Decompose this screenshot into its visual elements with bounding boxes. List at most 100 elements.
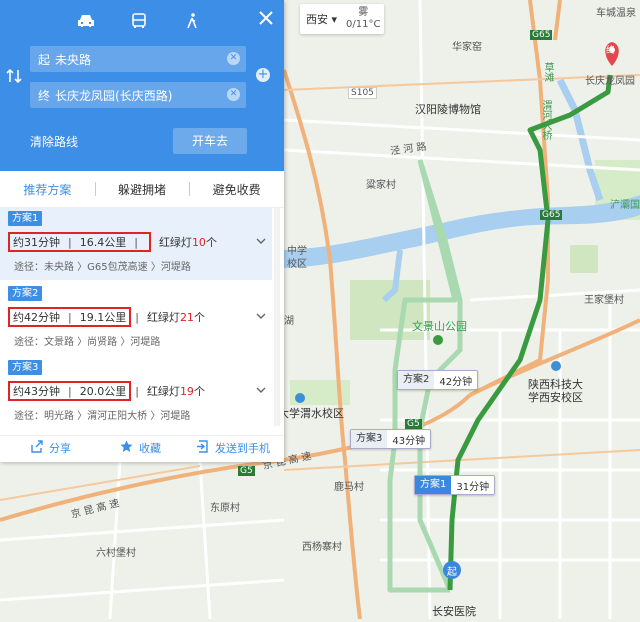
route-1-tag[interactable]: 方案1 31分钟 [414,475,496,495]
road-shield: G65 [540,210,563,220]
chevron-down-icon[interactable] [256,385,266,395]
city-name: 西安 [306,13,328,26]
map-label: 六村堡村 [96,548,136,559]
plan-item-2[interactable]: 方案2 约42分钟 | 19.1公里 | 红绿灯21个 途径：文景路 〉尚贤路 … [0,283,272,355]
plan-distance: 20.0公里 [79,385,127,398]
plan-summary: 约42分钟 | 19.1公里 | 红绿灯21个 [8,305,205,329]
plan-lights: 红绿灯19个 [146,385,205,398]
map-label: 长庆龙凤园 [585,76,635,87]
tab-avoid-congestion[interactable]: 躲避拥堵 [94,181,190,198]
transport-modes [0,10,250,34]
start-field[interactable]: 起 未央路 ✕ [30,46,246,72]
start-prefix: 起 [38,52,51,67]
map-label: 浐灞国 [610,200,640,211]
road-shield: S105 [348,87,377,99]
map-label: 粱家村 [366,180,396,191]
road-shield: G5 [238,466,255,476]
share-button[interactable]: 分享 [30,440,71,456]
end-marker-label: 终 [606,46,616,56]
map-label: 湖 [284,316,294,327]
plan-badge: 方案3 [8,360,43,375]
weather-widget[interactable]: 西安 ▾ 雾 0/11°C [300,4,384,34]
start-value: 未央路 [55,52,92,67]
weather-info: 雾 0/11°C [346,7,380,31]
plan-lights: 红绿灯10个 [158,236,217,249]
bus-icon[interactable] [125,10,153,32]
plan-time: 约31分钟 [13,236,60,249]
map-label: 学西安校区 [528,391,583,404]
route-tag-name: 方案2 [398,371,435,389]
plan-route-text: 途径：未央路 〉G65包茂高速 〉河堤路 [14,262,191,273]
route-tag-name: 方案3 [351,430,388,448]
map-label: 校区 [287,259,307,270]
route-tag-time: 42分钟 [439,376,473,388]
weather-temp: 0/11°C [346,19,381,30]
plan-item-1[interactable]: 方案1 约31分钟 | 16.4公里 | 红绿灯10个 途径：未央路 〉G65包… [0,208,272,280]
plan-lights: 红绿灯21个 [146,311,205,324]
favorite-button[interactable]: 收藏 [120,440,161,456]
send-label: 发送到手机 [215,442,270,455]
map-label: 大学渭水校区 [278,407,344,420]
plan-highlight-box: 约42分钟 | 19.1公里 [8,307,132,327]
send-to-phone-button[interactable]: 发送到手机 [196,440,270,456]
map-label: 鹿马村 [334,482,364,493]
share-label: 分享 [49,442,71,455]
favorite-label: 收藏 [139,442,161,455]
end-value: 长庆龙凤园(长庆西路) [55,88,173,103]
plan-badge: 方案1 [8,211,43,226]
route-2-tag[interactable]: 方案2 42分钟 [397,370,479,390]
chevron-down-icon[interactable] [256,236,266,246]
chevron-down-icon[interactable] [256,311,266,321]
map-label: 草滩 [542,62,553,82]
map-label: 东原村 [210,503,240,514]
route-tag-time: 43分钟 [392,435,426,447]
plan-highlight-box: 约31分钟 | 16.4公里 | [8,232,151,252]
road-shield: G5 [405,419,422,429]
plan-time: 约43分钟 [13,385,60,398]
plan-route-text: 途径：明光路 〉渭河正阳大桥 〉河堤路 [14,411,191,422]
weather-condition: 雾 [358,7,369,18]
route-tabs: 推荐方案 躲避拥堵 避免收费 [0,171,284,208]
clear-start-icon[interactable]: ✕ [227,52,240,65]
panel-footer: 分享 收藏 发送到手机 [0,435,284,460]
route-header: 起 未央路 ✕ 终 长庆龙凤园(长庆西路) ✕ + 清除路线 开车去 [0,0,284,171]
route-3-tag[interactable]: 方案3 43分钟 [350,429,432,449]
car-icon[interactable] [72,10,100,32]
scrollbar[interactable] [274,208,280,426]
map-label: 汉阳陵博物馆 [415,103,481,116]
add-waypoint-icon[interactable]: + [256,68,270,82]
plan-distance: 16.4公里 [79,236,127,249]
swap-icon[interactable] [6,68,22,84]
road-shield: G65 [530,30,553,40]
star-icon [120,440,133,456]
end-field[interactable]: 终 长庆龙凤园(长庆西路) ✕ [30,82,246,108]
map-label: 长安医院 [432,605,476,618]
map-label: 王家堡村 [584,295,624,306]
map-label: 渭河大桥 [540,100,551,140]
plan-badge: 方案2 [8,286,43,301]
plan-time: 约42分钟 [13,311,60,324]
map-label: 文景山公园 [412,320,467,333]
send-icon [196,440,209,456]
plan-item-3[interactable]: 方案3 约43分钟 | 20.0公里 | 红绿灯19个 途径：明光路 〉渭河正阳… [0,357,272,429]
walk-icon[interactable] [178,10,206,32]
city-selector[interactable]: 西安 ▾ [300,11,346,27]
clear-route-button[interactable]: 清除路线 [30,133,78,150]
end-prefix: 终 [38,88,51,103]
route-tag-time: 31分钟 [456,481,490,493]
tab-avoid-toll[interactable]: 避免收费 [189,181,284,198]
plan-summary: 约43分钟 | 20.0公里 | 红绿灯19个 [8,379,205,403]
clear-end-icon[interactable]: ✕ [227,88,240,101]
map-label: 华家窑 [452,42,482,53]
route-tag-name: 方案1 [415,476,452,494]
close-icon[interactable] [256,8,276,28]
plan-distance: 19.1公里 [79,311,127,324]
map-label: 西杨寨村 [302,542,342,553]
tab-recommended[interactable]: 推荐方案 [0,181,95,198]
start-marker-label: 起 [447,567,457,578]
plan-highlight-box: 约43分钟 | 20.0公里 [8,381,132,401]
plan-summary: 约31分钟 | 16.4公里 | 红绿灯10个 [8,230,217,254]
share-icon [30,440,43,456]
route-panel: 起 未央路 ✕ 终 长庆龙凤园(长庆西路) ✕ + 清除路线 开车去 推荐方案 … [0,0,284,462]
drive-button[interactable]: 开车去 [173,128,247,154]
